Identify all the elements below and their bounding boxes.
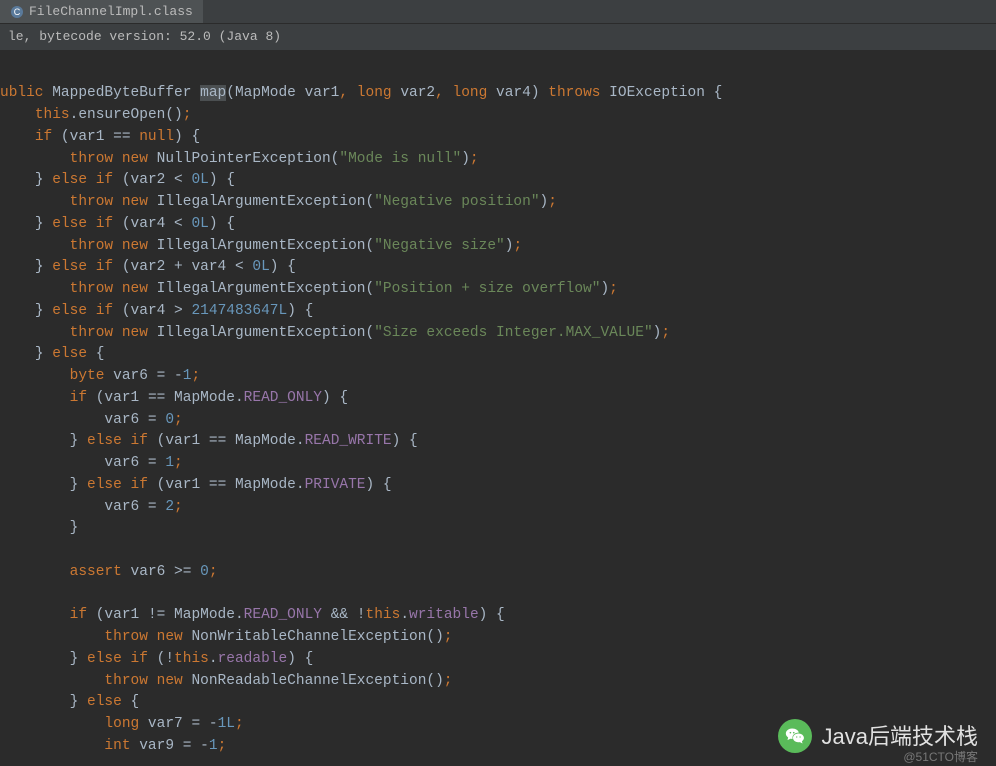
code-line: byte var6 = -1;: [0, 368, 200, 384]
code-line: if (var1 == MapMode.READ_ONLY) {: [0, 390, 348, 406]
code-line: } else if (var2 < 0L) {: [0, 172, 235, 188]
code-line: var6 = 2;: [0, 499, 183, 515]
code-line: throw new NonWritableChannelException();: [0, 629, 453, 645]
decompile-info-bar: le, bytecode version: 52.0 (Java 8): [0, 24, 996, 50]
code-line: if (var1 == null) {: [0, 129, 200, 145]
code-line: throw new IllegalArgumentException("Posi…: [0, 281, 618, 297]
tab-bar: C FileChannelImpl.class: [0, 0, 996, 24]
code-line: if (var1 != MapMode.READ_ONLY && !this.w…: [0, 607, 505, 623]
code-line: assert var6 >= 0;: [0, 564, 218, 580]
code-line: } else if (var1 == MapMode.READ_WRITE) {: [0, 433, 418, 449]
code-line: throw new IllegalArgumentException("Nega…: [0, 238, 522, 254]
code-line: throw new IllegalArgumentException("Nega…: [0, 194, 557, 210]
code-line: } else if (var2 + var4 < 0L) {: [0, 259, 296, 275]
code-editor[interactable]: ublic MappedByteBuffer map(MapMode var1,…: [0, 50, 996, 758]
file-tab[interactable]: C FileChannelImpl.class: [0, 0, 203, 23]
class-file-icon: C: [10, 5, 24, 19]
watermark-sub: @51CTO博客: [903, 748, 978, 766]
code-line: int var9 = -1;: [0, 738, 226, 754]
code-line: } else if (var4 < 0L) {: [0, 216, 235, 232]
decompile-text: le, bytecode version: 52.0 (Java 8): [8, 29, 281, 44]
svg-text:C: C: [14, 7, 21, 17]
tab-filename: FileChannelImpl.class: [29, 2, 193, 22]
code-line: throw new NullPointerException("Mode is …: [0, 151, 479, 167]
code-line: } else if (var4 > 2147483647L) {: [0, 303, 313, 319]
code-line: } else {: [0, 694, 139, 710]
code-line: throw new IllegalArgumentException("Size…: [0, 325, 670, 341]
code-line: throw new NonReadableChannelException();: [0, 673, 453, 689]
code-line: var6 = 0;: [0, 412, 183, 428]
code-line: }: [0, 520, 78, 536]
code-line: this.ensureOpen();: [0, 107, 191, 123]
code-line: } else if (!this.readable) {: [0, 651, 313, 667]
code-line: var6 = 1;: [0, 455, 183, 471]
code-line: long var7 = -1L;: [0, 716, 244, 732]
wechat-icon: [778, 719, 812, 753]
code-line: } else if (var1 == MapMode.PRIVATE) {: [0, 477, 392, 493]
code-line: } else {: [0, 346, 104, 362]
code-line: ublic MappedByteBuffer map(MapMode var1,…: [0, 85, 722, 101]
